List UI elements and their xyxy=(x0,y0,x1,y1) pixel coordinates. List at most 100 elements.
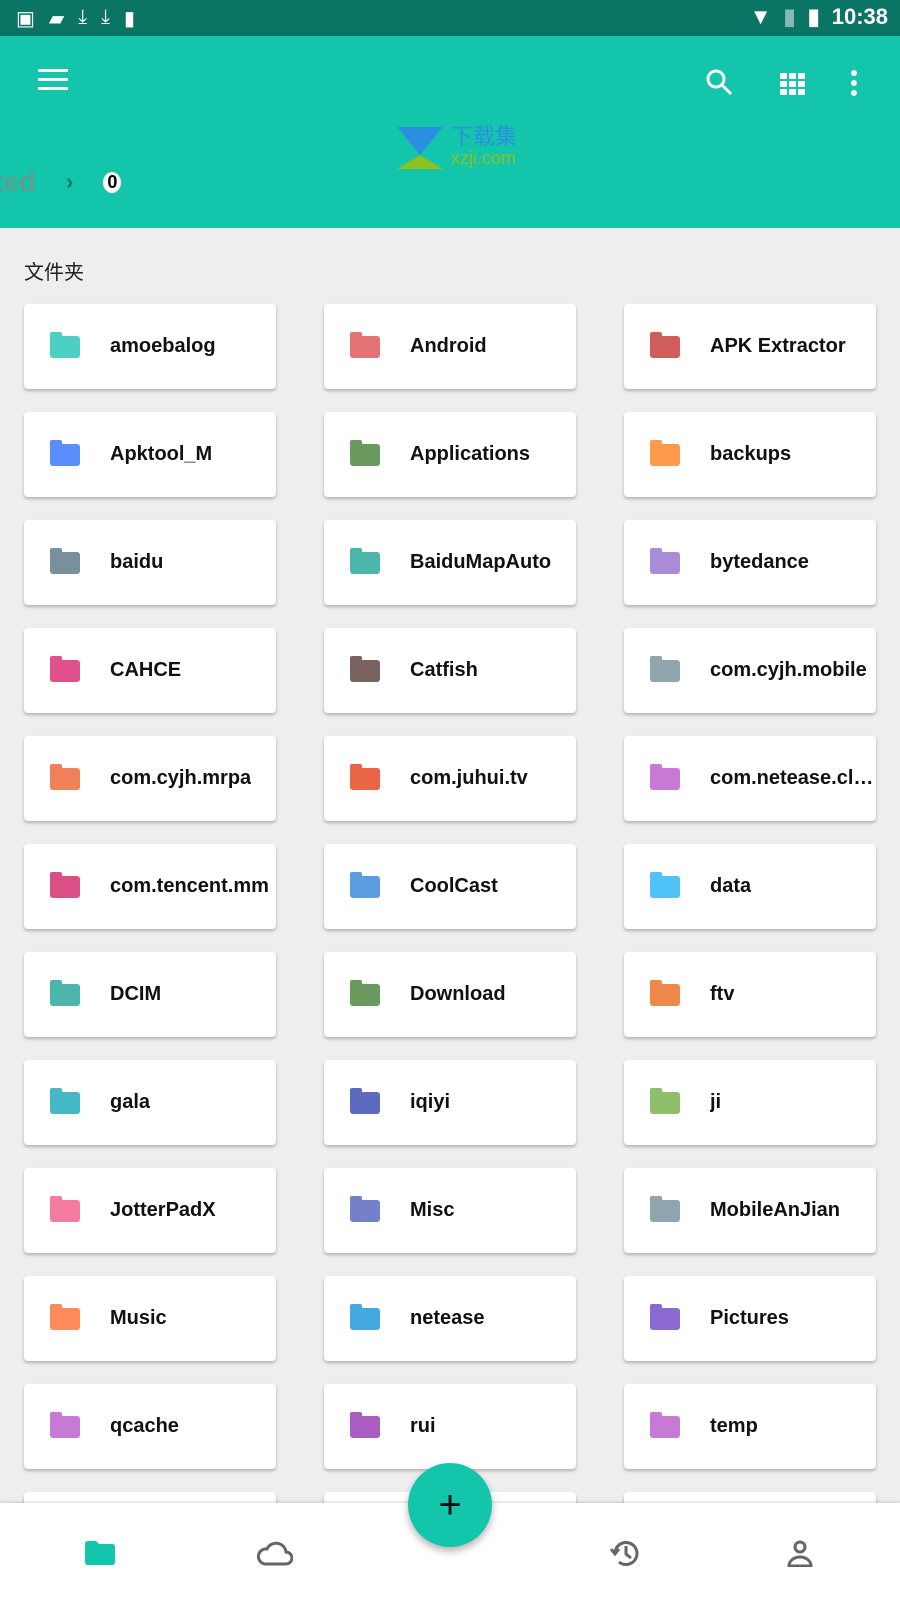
grid-view-icon[interactable] xyxy=(780,70,806,102)
folder-name: Catfish xyxy=(410,659,478,681)
folder-card[interactable]: qcache xyxy=(24,1384,276,1469)
folder-card[interactable]: Applications xyxy=(324,412,576,497)
folder-name: com.cyjh.mrpa xyxy=(110,767,252,789)
folder-name: backups xyxy=(710,443,792,465)
wifi-icon: ▼ xyxy=(749,4,772,29)
folder-name: gala xyxy=(110,1091,151,1113)
breadcrumb: ted › 0 xyxy=(0,166,122,198)
folder-icon xyxy=(50,1195,80,1222)
folder-name: com.netease.cloudmusic xyxy=(710,767,876,789)
folder-card[interactable]: JotterPadX xyxy=(24,1168,276,1253)
history-icon xyxy=(609,1541,639,1566)
folder-name: com.tencent.mm xyxy=(110,875,269,897)
folder-name: DCIM xyxy=(110,983,162,1005)
search-icon[interactable] xyxy=(705,68,733,103)
folder-name: com.cyjh.mobile xyxy=(710,659,867,681)
folder-icon xyxy=(650,871,680,898)
folder-name: Pictures xyxy=(710,1307,789,1329)
folder-card[interactable]: temp xyxy=(624,1384,876,1469)
folder-card[interactable]: gala xyxy=(24,1060,276,1145)
folder-card[interactable]: data xyxy=(624,844,876,929)
folder-name: data xyxy=(710,875,752,897)
folder-icon xyxy=(350,1087,380,1114)
folder-grid: amoebalog Android APK Extractor Apktool_M Ap… xyxy=(24,304,876,1577)
nav-history[interactable] xyxy=(605,1533,645,1573)
no-sim-icon: ▮ xyxy=(783,4,796,29)
folder-notif-icon: ▰ xyxy=(48,8,65,30)
folder-icon xyxy=(50,331,80,358)
folder-name: Android xyxy=(410,335,487,357)
folder-icon xyxy=(350,1303,380,1330)
breadcrumb-item[interactable]: ted xyxy=(0,166,36,198)
more-options-icon[interactable] xyxy=(850,70,858,103)
folder-card[interactable]: com.juhui.tv xyxy=(324,736,576,821)
folder-card[interactable]: BaiduMapAuto xyxy=(324,520,576,605)
folder-name: netease xyxy=(410,1307,485,1329)
folder-card[interactable]: iqiyi xyxy=(324,1060,576,1145)
folder-icon xyxy=(650,1303,680,1330)
folder-icon xyxy=(50,439,80,466)
folder-card[interactable]: ftv xyxy=(624,952,876,1037)
folder-icon xyxy=(650,439,680,466)
folder-card[interactable]: amoebalog xyxy=(24,304,276,389)
folder-card[interactable]: com.cyjh.mrpa xyxy=(24,736,276,821)
folder-card[interactable]: Catfish xyxy=(324,628,576,713)
folder-icon xyxy=(650,763,680,790)
folder-card[interactable]: CoolCast xyxy=(324,844,576,929)
folder-icon xyxy=(650,655,680,682)
folder-card[interactable]: netease xyxy=(324,1276,576,1361)
folder-icon xyxy=(50,763,80,790)
folder-name: Applications xyxy=(410,443,531,465)
folder-name: com.juhui.tv xyxy=(410,767,528,789)
folder-icon xyxy=(350,331,380,358)
folder-card[interactable]: com.netease.cloudmusic xyxy=(624,736,876,821)
folder-card[interactable]: Android xyxy=(324,304,576,389)
folder-name: JotterPadX xyxy=(110,1199,216,1221)
folder-card[interactable]: ji xyxy=(624,1060,876,1145)
folder-name: iqiyi xyxy=(410,1091,451,1113)
folder-card[interactable]: baidu xyxy=(24,520,276,605)
nav-cloud[interactable] xyxy=(255,1533,295,1573)
folder-card[interactable]: Download xyxy=(324,952,576,1037)
folder-icon xyxy=(50,1303,80,1330)
folder-icon xyxy=(50,871,80,898)
folder-icon xyxy=(85,1541,115,1565)
folder-icon xyxy=(350,1411,380,1438)
folder-icon xyxy=(650,979,680,1006)
folder-card[interactable]: DCIM xyxy=(24,952,276,1037)
folder-icon xyxy=(350,871,380,898)
folder-card[interactable]: com.cyjh.mobile xyxy=(624,628,876,713)
folder-name: Download xyxy=(410,983,506,1005)
watermark-text: 下载集 xyxy=(451,124,518,149)
folder-card[interactable]: Music xyxy=(24,1276,276,1361)
folder-name: BaiduMapAuto xyxy=(410,551,552,573)
cloud-icon xyxy=(257,1541,293,1566)
folder-card[interactable]: APK Extractor xyxy=(624,304,876,389)
app-bar: 下载集xzji.com ted › 0 xyxy=(0,36,900,228)
breadcrumb-current[interactable]: 0 xyxy=(103,171,122,193)
folder-card[interactable]: MobileAnJian xyxy=(624,1168,876,1253)
folder-icon xyxy=(350,979,380,1006)
folder-card[interactable]: Apktool_M xyxy=(24,412,276,497)
clock: 10:38 xyxy=(831,4,888,29)
folder-card[interactable]: CAHCE xyxy=(24,628,276,713)
folder-card[interactable]: bytedance xyxy=(624,520,876,605)
folder-name: ji xyxy=(710,1091,722,1113)
watermark-logo: 下载集 xzji.com xyxy=(395,126,517,169)
menu-icon[interactable] xyxy=(38,66,68,98)
folder-icon xyxy=(650,547,680,574)
nav-files[interactable] xyxy=(80,1533,120,1573)
watermark-url: xzji.com xyxy=(451,148,517,168)
folder-name: Apktool_M xyxy=(110,443,213,465)
person-icon xyxy=(787,1540,813,1567)
folder-card[interactable]: rui xyxy=(324,1384,576,1469)
folder-card[interactable]: Pictures xyxy=(624,1276,876,1361)
folder-name: MobileAnJian xyxy=(710,1199,841,1221)
folder-icon xyxy=(350,1195,380,1222)
folder-card[interactable]: com.tencent.mm xyxy=(24,844,276,929)
folder-icon xyxy=(50,979,80,1006)
folder-card[interactable]: Misc xyxy=(324,1168,576,1253)
nav-profile[interactable] xyxy=(780,1533,820,1573)
add-button[interactable]: + xyxy=(408,1463,492,1547)
folder-card[interactable]: backups xyxy=(624,412,876,497)
